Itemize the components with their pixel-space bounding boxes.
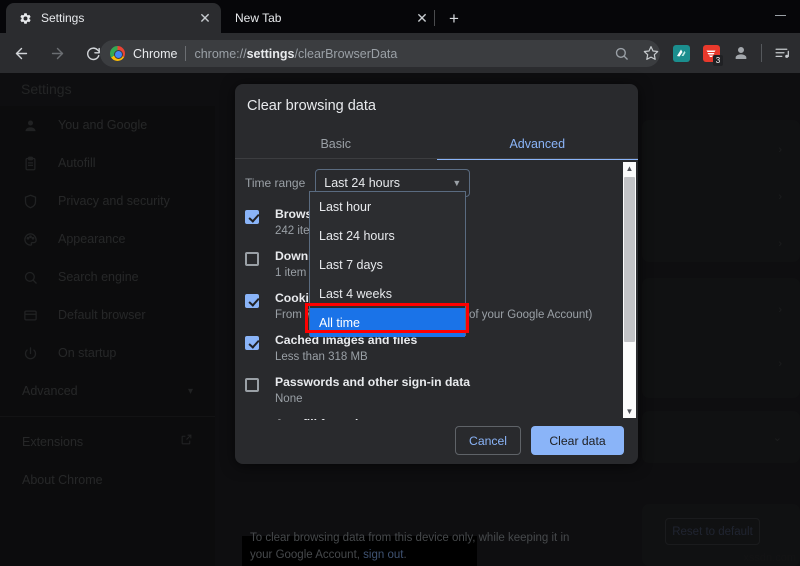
tab-strip: Settings ✕ New Tab ✕ + [0,0,800,33]
gear-icon [18,11,33,26]
dropdown-option-last-24-hours[interactable]: Last 24 hours [310,221,465,250]
back-button[interactable] [6,38,36,68]
minimize-button[interactable] [760,0,800,30]
time-range-value: Last 24 hours [324,176,452,190]
chrome-logo-icon [110,46,125,61]
scrollbar-thumb[interactable] [624,177,635,342]
omnibox-chip-label: Chrome [133,47,177,61]
checkbox[interactable] [245,294,259,308]
extension-badge: 3 [713,55,723,66]
scroll-down-icon[interactable]: ▼ [623,405,636,418]
extension-teal-icon[interactable] [667,39,695,67]
dialog-title: Clear browsing data [247,98,376,114]
clear-data-button[interactable]: Clear data [531,426,624,455]
tab-title: New Tab [235,11,406,25]
tab-advanced[interactable]: Advanced [437,128,639,160]
new-tab-button[interactable]: + [443,7,465,29]
toolbar-divider [761,44,762,62]
browser-tab-settings[interactable]: Settings ✕ [6,3,221,33]
omnibox-url: chrome://settings/clearBrowserData [194,47,397,61]
cancel-button[interactable]: Cancel [455,426,521,455]
chevron-down-icon: ▼ [452,178,461,188]
toolbar-right-icons: 3 [607,38,796,68]
search-icon[interactable] [607,39,635,67]
browser-tab-newtab[interactable]: New Tab ✕ [223,3,438,33]
checkbox[interactable] [245,210,259,224]
checklist-item-sub: None [275,391,470,407]
dropdown-option-last-hour[interactable]: Last hour [310,192,465,221]
dialog-footer: Cancel Clear data [235,420,638,464]
tab-close-icon[interactable]: ✕ [197,10,213,26]
dropdown-option-last-7-days[interactable]: Last 7 days [310,250,465,279]
checkbox[interactable] [245,252,259,266]
dialog-tab-underline [235,158,638,159]
time-range-label: Time range [245,176,305,190]
menu-icon[interactable] [768,39,796,67]
omnibox-divider [185,46,186,61]
bookmark-star-icon[interactable] [637,39,665,67]
time-range-dropdown[interactable]: Last hour Last 24 hours Last 7 days Last… [309,191,466,336]
checklist-item-sub: Less than 318 MB [275,349,417,365]
checklist-item-cached-images[interactable]: Cached images and files Less than 318 MB [245,332,630,374]
forward-button[interactable] [42,38,72,68]
tab-title: Settings [41,11,189,25]
dropdown-option-last-4-weeks[interactable]: Last 4 weeks [310,279,465,308]
checkbox[interactable] [245,336,259,350]
minimize-icon [775,15,786,16]
dialog-scrollbar[interactable]: ▲ ▼ [623,162,636,418]
dropdown-option-all-time[interactable]: All time [310,308,465,337]
address-bar[interactable]: Chrome chrome://settings/clearBrowserDat… [100,40,660,67]
checklist-item-label: Passwords and other sign-in data [275,374,470,391]
tab-basic[interactable]: Basic [235,128,437,160]
tab-close-icon[interactable]: ✕ [414,10,430,26]
scroll-up-icon[interactable]: ▲ [623,162,636,175]
tab-divider [434,10,435,26]
checkbox[interactable] [245,378,259,392]
dialog-tabs: Basic Advanced [235,128,638,160]
checklist-item-passwords[interactable]: Passwords and other sign-in data None [245,374,630,416]
extension-red-icon[interactable]: 3 [697,39,725,67]
profile-icon[interactable] [727,39,755,67]
